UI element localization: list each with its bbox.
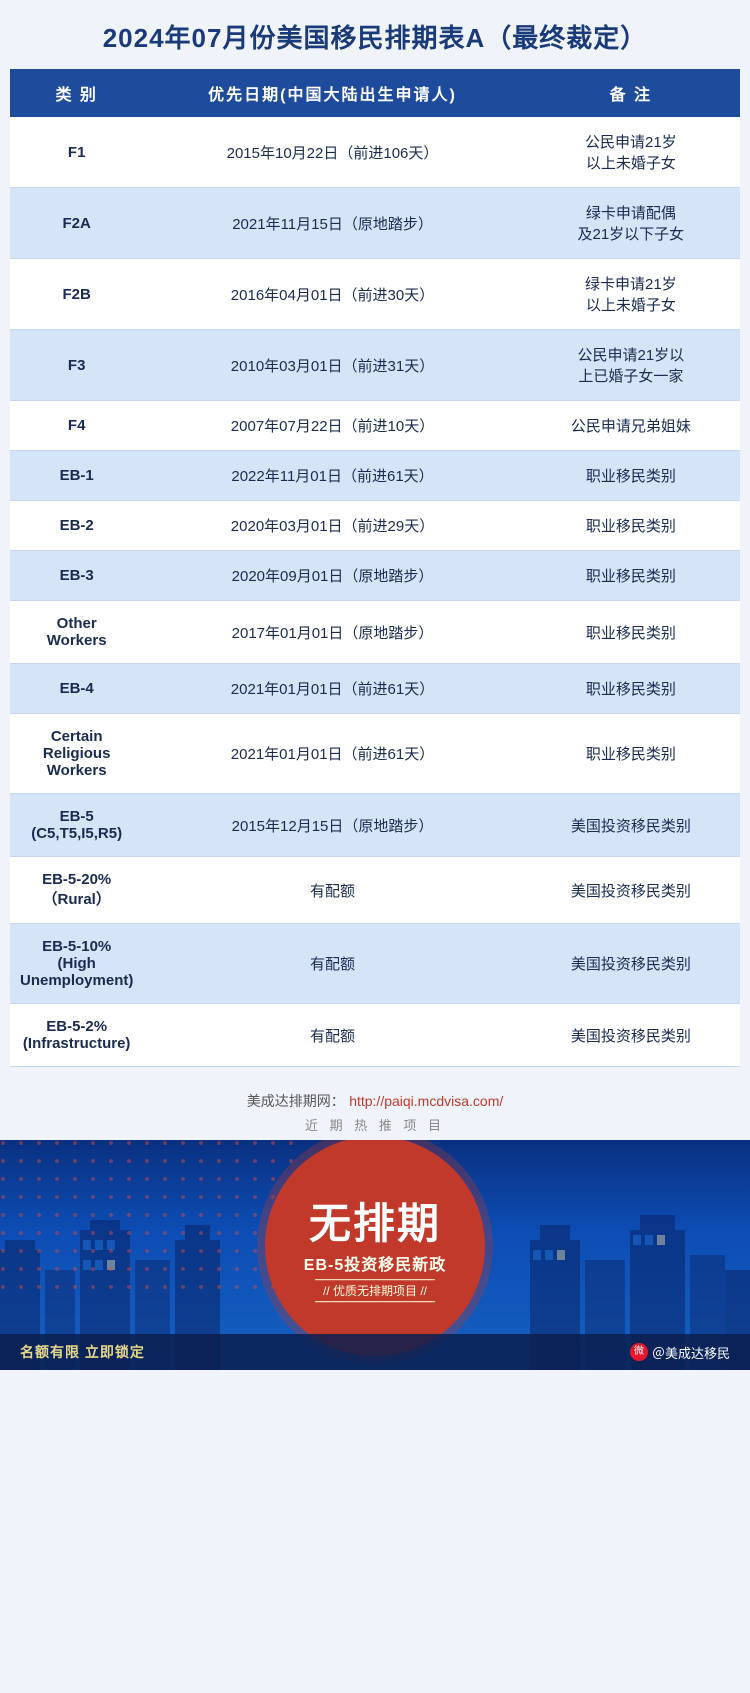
- cell-priority-date: 2007年07月22日（前进10天）: [143, 401, 521, 451]
- cell-category: F2B: [10, 259, 143, 330]
- cell-category: EB-5-20% （Rural）: [10, 857, 143, 924]
- cell-priority-date: 2010年03月01日（前进31天）: [143, 330, 521, 401]
- immigration-table: 类 别 优先日期(中国大陆出生申请人) 备 注 F12015年10月22日（前进…: [10, 69, 740, 1067]
- table-row: F2B2016年04月01日（前进30天）绿卡申请21岁 以上未婚子女: [10, 259, 740, 330]
- cell-category: F2A: [10, 188, 143, 259]
- table-row: F42007年07月22日（前进10天）公民申请兄弟姐妹: [10, 401, 740, 451]
- site-link[interactable]: http://paiqi.mcdvisa.com/: [349, 1093, 503, 1109]
- cell-category: EB-5-10% (High Unemployment): [10, 924, 143, 1004]
- cell-category: Certain Religious Workers: [10, 714, 143, 794]
- table-row: Other Workers2017年01月01日（原地踏步）职业移民类别: [10, 601, 740, 664]
- site-label: 美成达排期网：: [247, 1093, 345, 1109]
- cell-category: F4: [10, 401, 143, 451]
- table-row: EB-22020年03月01日（前进29天）职业移民类别: [10, 501, 740, 551]
- cell-category: EB-4: [10, 664, 143, 714]
- hot-label: 近 期 热 推 项 目: [10, 1115, 740, 1134]
- cell-priority-date: 2021年11月15日（原地踏步）: [143, 188, 521, 259]
- cell-category: F1: [10, 117, 143, 188]
- cell-priority-date: 有配额: [143, 1004, 521, 1067]
- cell-category: EB-5 (C5,T5,I5,R5): [10, 794, 143, 857]
- cell-note: 绿卡申请21岁 以上未婚子女: [522, 259, 740, 330]
- banner-bottom-bar: 名额有限 立即锁定 微 ＠美成达移民: [0, 1334, 750, 1370]
- cell-priority-date: 2015年12月15日（原地踏步）: [143, 794, 521, 857]
- table-row: EB-12022年11月01日（前进61天）职业移民类别: [10, 451, 740, 501]
- cell-priority-date: 2021年01月01日（前进61天）: [143, 714, 521, 794]
- cell-category: EB-3: [10, 551, 143, 601]
- table-row: EB-5-10% (High Unemployment)有配额美国投资移民类别: [10, 924, 740, 1004]
- cell-note: 职业移民类别: [522, 714, 740, 794]
- cell-note: 职业移民类别: [522, 501, 740, 551]
- banner-circle: 无排期 EB-5投资移民新政 // 优质无排期项目 //: [265, 1140, 485, 1356]
- cell-note: 职业移民类别: [522, 451, 740, 501]
- title-area: 2024年07月份美国移民排期表A（最终裁定）: [0, 0, 750, 69]
- cell-priority-date: 2015年10月22日（前进106天）: [143, 117, 521, 188]
- cell-note: 公民申请21岁以 上已婚子女一家: [522, 330, 740, 401]
- table-wrapper: 类 别 优先日期(中国大陆出生申请人) 备 注 F12015年10月22日（前进…: [0, 69, 750, 1077]
- table-row: Certain Religious Workers2021年01月01日（前进6…: [10, 714, 740, 794]
- cell-category: EB-5-2% (Infrastructure): [10, 1004, 143, 1067]
- table-row: EB-5-20% （Rural）有配额美国投资移民类别: [10, 857, 740, 924]
- dot-decoration: [0, 1140, 300, 1290]
- table-row: EB-5 (C5,T5,I5,R5)2015年12月15日（原地踏步）美国投资移…: [10, 794, 740, 857]
- footer-site-line: 美成达排期网： http://paiqi.mcdvisa.com/: [10, 1091, 740, 1111]
- table-row: EB-5-2% (Infrastructure)有配额美国投资移民类别: [10, 1004, 740, 1067]
- cell-priority-date: 2017年01月01日（原地踏步）: [143, 601, 521, 664]
- table-row: F32010年03月01日（前进31天）公民申请21岁以 上已婚子女一家: [10, 330, 740, 401]
- cell-category: F3: [10, 330, 143, 401]
- cell-priority-date: 2020年09月01日（原地踏步）: [143, 551, 521, 601]
- cell-priority-date: 有配额: [143, 924, 521, 1004]
- table-row: EB-42021年01月01日（前进61天）职业移民类别: [10, 664, 740, 714]
- cell-note: 职业移民类别: [522, 664, 740, 714]
- cell-note: 职业移民类别: [522, 601, 740, 664]
- cell-category: Other Workers: [10, 601, 143, 664]
- cell-note: 公民申请兄弟姐妹: [522, 401, 740, 451]
- cell-note: 职业移民类别: [522, 551, 740, 601]
- banner: 无排期 EB-5投资移民新政 // 优质无排期项目 // 名额有限 立即锁定 微…: [0, 1140, 750, 1370]
- cell-note: 美国投资移民类别: [522, 794, 740, 857]
- banner-brand-text: ＠美成达移民: [652, 1343, 730, 1362]
- cell-category: EB-2: [10, 501, 143, 551]
- col-header-priority: 优先日期(中国大陆出生申请人): [143, 69, 521, 117]
- cell-note: 美国投资移民类别: [522, 857, 740, 924]
- col-header-note: 备 注: [522, 69, 740, 117]
- cell-priority-date: 2020年03月01日（前进29天）: [143, 501, 521, 551]
- table-row: F12015年10月22日（前进106天）公民申请21岁 以上未婚子女: [10, 117, 740, 188]
- table-body: F12015年10月22日（前进106天）公民申请21岁 以上未婚子女F2A20…: [10, 117, 740, 1067]
- cell-note: 绿卡申请配偶 及21岁以下子女: [522, 188, 740, 259]
- banner-divider-text: // 优质无排期项目 //: [315, 1279, 435, 1302]
- page-title: 2024年07月份美国移民排期表A（最终裁定）: [10, 18, 740, 55]
- cell-category: EB-1: [10, 451, 143, 501]
- banner-main-text: 无排期: [309, 1190, 441, 1251]
- cell-priority-date: 有配额: [143, 857, 521, 924]
- cell-priority-date: 2022年11月01日（前进61天）: [143, 451, 521, 501]
- banner-logo-text: 微 ＠美成达移民: [630, 1343, 730, 1362]
- table-row: F2A2021年11月15日（原地踏步）绿卡申请配偶 及21岁以下子女: [10, 188, 740, 259]
- footer-info: 美成达排期网： http://paiqi.mcdvisa.com/ 近 期 热 …: [0, 1077, 750, 1140]
- cell-priority-date: 2016年04月01日（前进30天）: [143, 259, 521, 330]
- table-row: EB-32020年09月01日（原地踏步）职业移民类别: [10, 551, 740, 601]
- weibo-icon: 微: [630, 1343, 648, 1361]
- cell-note: 美国投资移民类别: [522, 1004, 740, 1067]
- col-header-category: 类 别: [10, 69, 143, 117]
- table-header: 类 别 优先日期(中国大陆出生申请人) 备 注: [10, 69, 740, 117]
- cell-note: 美国投资移民类别: [522, 924, 740, 1004]
- cell-note: 公民申请21岁 以上未婚子女: [522, 117, 740, 188]
- banner-sub-text: EB-5投资移民新政: [304, 1251, 446, 1275]
- banner-quota-text: 名额有限 立即锁定: [20, 1342, 145, 1362]
- cell-priority-date: 2021年01月01日（前进61天）: [143, 664, 521, 714]
